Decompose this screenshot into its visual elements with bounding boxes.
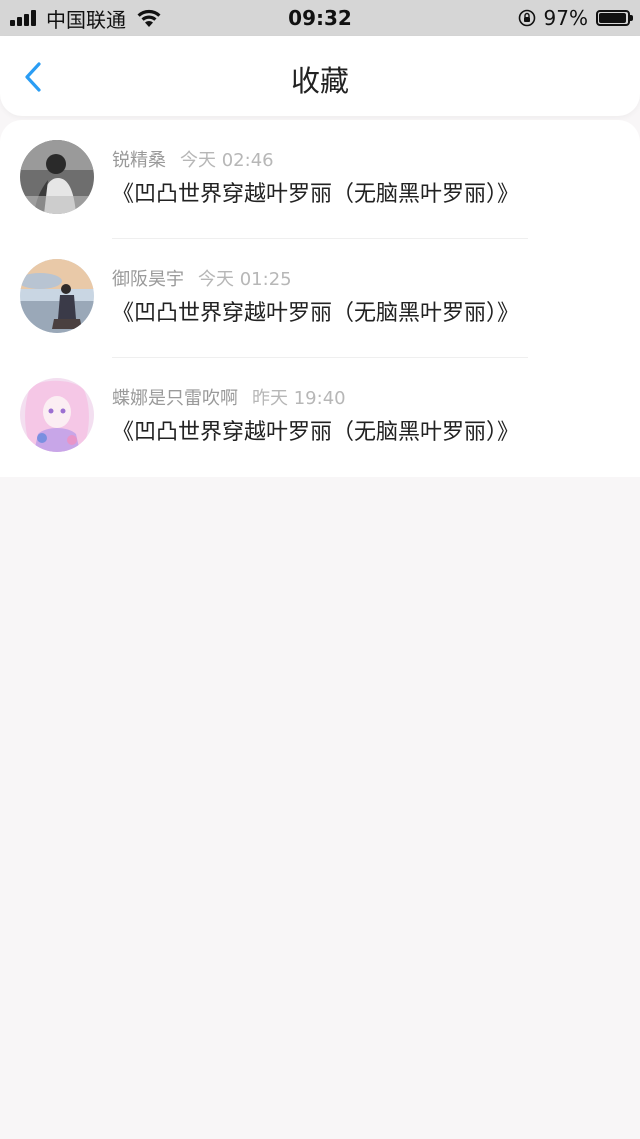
username[interactable]: 蝶娜是只雷吹啊 [112, 388, 238, 409]
avatar[interactable] [20, 140, 94, 214]
avatar-image [20, 140, 94, 214]
username[interactable]: 锐精桑 [112, 150, 166, 171]
timestamp: 今天 01:25 [198, 269, 292, 290]
story-title[interactable]: 《凹凸世界穿越叶罗丽（无脑黑叶罗丽）》 [112, 295, 519, 327]
avatar-image [20, 378, 94, 452]
list-item[interactable]: 锐精桑 今天 02:46 《凹凸世界穿越叶罗丽（无脑黑叶罗丽）》 [0, 120, 640, 239]
item-meta: 锐精桑 今天 02:46 [112, 146, 274, 172]
page-title: 收藏 [290, 64, 349, 98]
battery-percent: 97% [543, 6, 588, 30]
battery-icon [596, 10, 633, 26]
story-title[interactable]: 《凹凸世界穿越叶罗丽（无脑黑叶罗丽）》 [112, 176, 519, 208]
timestamp: 昨天 19:40 [252, 388, 346, 409]
status-bar: 中国联通 09:32 97% [0, 0, 640, 36]
status-right: 97% [518, 0, 633, 36]
item-meta: 御阪昊宇 今天 01:25 [112, 265, 292, 291]
timestamp: 今天 02:46 [180, 150, 274, 171]
nav-bar: 收藏 [0, 36, 640, 116]
avatar[interactable] [20, 378, 94, 452]
username[interactable]: 御阪昊宇 [112, 269, 184, 290]
avatar[interactable] [20, 259, 94, 333]
favorites-list: 锐精桑 今天 02:46 《凹凸世界穿越叶罗丽（无脑黑叶罗丽）》 御阪昊宇 今天 0… [0, 120, 640, 477]
story-title[interactable]: 《凹凸世界穿越叶罗丽（无脑黑叶罗丽）》 [112, 414, 519, 446]
list-item[interactable]: 蝶娜是只雷吹啊 昨天 19:40 《凹凸世界穿越叶罗丽（无脑黑叶罗丽）》 [0, 358, 640, 477]
rotation-lock-icon [518, 9, 535, 27]
item-meta: 蝶娜是只雷吹啊 昨天 19:40 [112, 384, 346, 410]
list-item[interactable]: 御阪昊宇 今天 01:25 《凹凸世界穿越叶罗丽（无脑黑叶罗丽）》 [0, 239, 640, 358]
avatar-image [20, 259, 94, 333]
